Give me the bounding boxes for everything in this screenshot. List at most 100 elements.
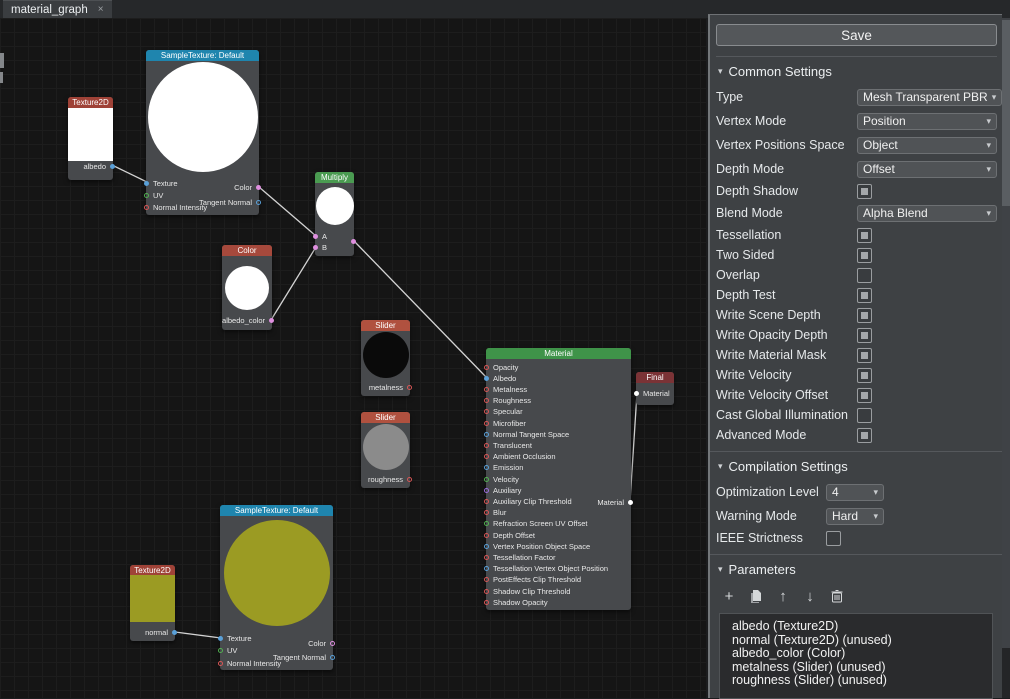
two-sided-checkbox[interactable] — [857, 248, 872, 263]
node-multiply[interactable]: MultiplyAB — [315, 172, 354, 256]
input-port-emission[interactable] — [484, 465, 489, 470]
input-port-posteffects-clip-threshold[interactable] — [484, 577, 489, 582]
parameters-list[interactable]: albedo (Texture2D)normal (Texture2D) (un… — [719, 613, 993, 699]
save-button[interactable]: Save — [716, 24, 997, 46]
section-header-compilation-settings[interactable]: ▾Compilation Settings — [710, 452, 1002, 480]
node-graph-canvas[interactable]: Texture2DalbedoSampleTexture: DefaultTex… — [0, 18, 706, 698]
depth-mode-dropdown[interactable]: Offset▾ — [857, 161, 997, 178]
output-port-out[interactable] — [351, 239, 356, 244]
input-port-shadow-clip-threshold[interactable] — [484, 589, 489, 594]
parameter-list-item[interactable]: albedo_color (Color) — [732, 647, 992, 661]
parameter-list-item[interactable]: metalness (Slider) (unused) — [732, 661, 992, 675]
write-opacity-depth-checkbox[interactable] — [857, 328, 872, 343]
input-port-tessellation-vertex-object-position[interactable] — [484, 566, 489, 571]
node-material[interactable]: MaterialOpacityAlbedoMetalnessRoughnessS… — [486, 348, 631, 610]
output-port-color[interactable] — [330, 641, 335, 646]
input-port-opacity[interactable] — [484, 365, 489, 370]
write-material-mask-checkbox[interactable] — [857, 348, 872, 363]
node-sampletexture-normal[interactable]: SampleTexture: DefaultTextureUVNormal In… — [220, 505, 333, 670]
input-port-auxiliary[interactable] — [484, 488, 489, 493]
parameter-list-item[interactable]: normal (Texture2D) (unused) — [732, 634, 992, 648]
input-port-texture[interactable] — [218, 636, 223, 641]
input-port-specular[interactable] — [484, 409, 489, 414]
type-dropdown[interactable]: Mesh Transparent PBR▾ — [857, 89, 1002, 106]
overlap-checkbox[interactable] — [857, 268, 872, 283]
advanced-mode-checkbox[interactable] — [857, 428, 872, 443]
section-header-parameters[interactable]: ▾Parameters — [710, 555, 1002, 583]
node-slider-roughness[interactable]: Sliderroughness — [361, 412, 410, 488]
write-scene-depth-checkbox[interactable] — [857, 308, 872, 323]
node-header[interactable]: Material — [486, 348, 631, 359]
input-port-blur[interactable] — [484, 510, 489, 515]
write-velocity-checkbox[interactable] — [857, 368, 872, 383]
input-port-velocity[interactable] — [484, 477, 489, 482]
node-color-albedo-color[interactable]: Coloralbedo_color — [222, 245, 272, 330]
node-header[interactable]: Final — [636, 372, 674, 383]
input-port-ambient-occlusion[interactable] — [484, 454, 489, 459]
output-port-normal[interactable] — [172, 630, 177, 635]
input-port-uv[interactable] — [144, 193, 149, 198]
input-port-texture[interactable] — [144, 181, 149, 186]
node-final[interactable]: FinalMaterial — [636, 372, 674, 405]
optimization-level-dropdown[interactable]: 4▾ — [826, 484, 884, 501]
output-port-color[interactable] — [256, 185, 261, 190]
tab-close-icon[interactable]: × — [98, 4, 104, 15]
panel-scrollbar-thumb[interactable] — [1002, 20, 1010, 206]
output-port-albedo_color[interactable] — [269, 318, 274, 323]
input-port-normal-tangent-space[interactable] — [484, 432, 489, 437]
input-port-microfiber[interactable] — [484, 421, 489, 426]
input-port-metalness[interactable] — [484, 387, 489, 392]
input-port-material[interactable] — [634, 391, 639, 396]
move-parameter-up-icon[interactable]: ↑ — [774, 587, 792, 605]
delete-parameter-icon[interactable] — [828, 587, 846, 605]
node-header[interactable]: Slider — [361, 320, 410, 331]
input-port-uv[interactable] — [218, 648, 223, 653]
input-port-depth-offset[interactable] — [484, 533, 489, 538]
tab-material-graph[interactable]: material_graph × — [3, 0, 112, 18]
vertex-positions-space-dropdown[interactable]: Object▾ — [857, 137, 997, 154]
cast-global-illumination-checkbox[interactable] — [857, 408, 872, 423]
output-port-metalness[interactable] — [407, 385, 412, 390]
vertex-mode-dropdown[interactable]: Position▾ — [857, 113, 997, 130]
node-header[interactable]: SampleTexture: Default — [146, 50, 259, 61]
parameter-list-item[interactable]: roughness (Slider) (unused) — [732, 674, 992, 688]
node-header[interactable]: Multiply — [315, 172, 354, 183]
output-port-tangent-normal[interactable] — [256, 200, 261, 205]
input-port-b[interactable] — [313, 245, 318, 250]
output-port-albedo[interactable] — [110, 164, 115, 169]
input-port-normal-intensity[interactable] — [218, 661, 223, 666]
parameter-list-item[interactable]: albedo (Texture2D) — [732, 620, 992, 634]
tessellation-checkbox[interactable] — [857, 228, 872, 243]
node-slider-metalness[interactable]: Slidermetalness — [361, 320, 410, 396]
node-header[interactable]: Color — [222, 245, 272, 256]
ieee-strictness-checkbox[interactable] — [826, 531, 841, 546]
input-port-auxiliary-clip-threshold[interactable] — [484, 499, 489, 504]
node-sampletexture-albedo[interactable]: SampleTexture: DefaultTextureUVNormal In… — [146, 50, 259, 215]
move-parameter-down-icon[interactable]: ↓ — [801, 587, 819, 605]
duplicate-parameter-icon[interactable] — [747, 587, 765, 605]
input-port-translucent[interactable] — [484, 443, 489, 448]
output-port-material[interactable] — [628, 500, 633, 505]
node-texture2d-normal[interactable]: Texture2Dnormal — [130, 565, 175, 641]
depth-shadow-checkbox[interactable] — [857, 184, 872, 199]
section-header-common-settings[interactable]: ▾Common Settings — [710, 57, 1002, 85]
blend-mode-dropdown[interactable]: Alpha Blend▾ — [857, 205, 997, 222]
input-port-shadow-opacity[interactable] — [484, 600, 489, 605]
input-port-tessellation-factor[interactable] — [484, 555, 489, 560]
write-velocity-offset-checkbox[interactable] — [857, 388, 872, 403]
output-port-roughness[interactable] — [407, 477, 412, 482]
node-header[interactable]: Texture2D — [68, 97, 113, 108]
add-parameter-icon[interactable]: + — [720, 587, 738, 605]
node-header[interactable]: SampleTexture: Default — [220, 505, 333, 516]
input-port-vertex-position-object-space[interactable] — [484, 544, 489, 549]
input-port-a[interactable] — [313, 234, 318, 239]
output-port-tangent-normal[interactable] — [330, 655, 335, 660]
input-port-roughness[interactable] — [484, 398, 489, 403]
depth-test-checkbox[interactable] — [857, 288, 872, 303]
input-port-refraction-screen-uv-offset[interactable] — [484, 521, 489, 526]
node-texture2d-albedo[interactable]: Texture2Dalbedo — [68, 97, 113, 180]
warning-mode-dropdown[interactable]: Hard▾ — [826, 508, 884, 525]
node-header[interactable]: Slider — [361, 412, 410, 423]
input-port-albedo[interactable] — [484, 376, 489, 381]
input-port-normal-intensity[interactable] — [144, 205, 149, 210]
